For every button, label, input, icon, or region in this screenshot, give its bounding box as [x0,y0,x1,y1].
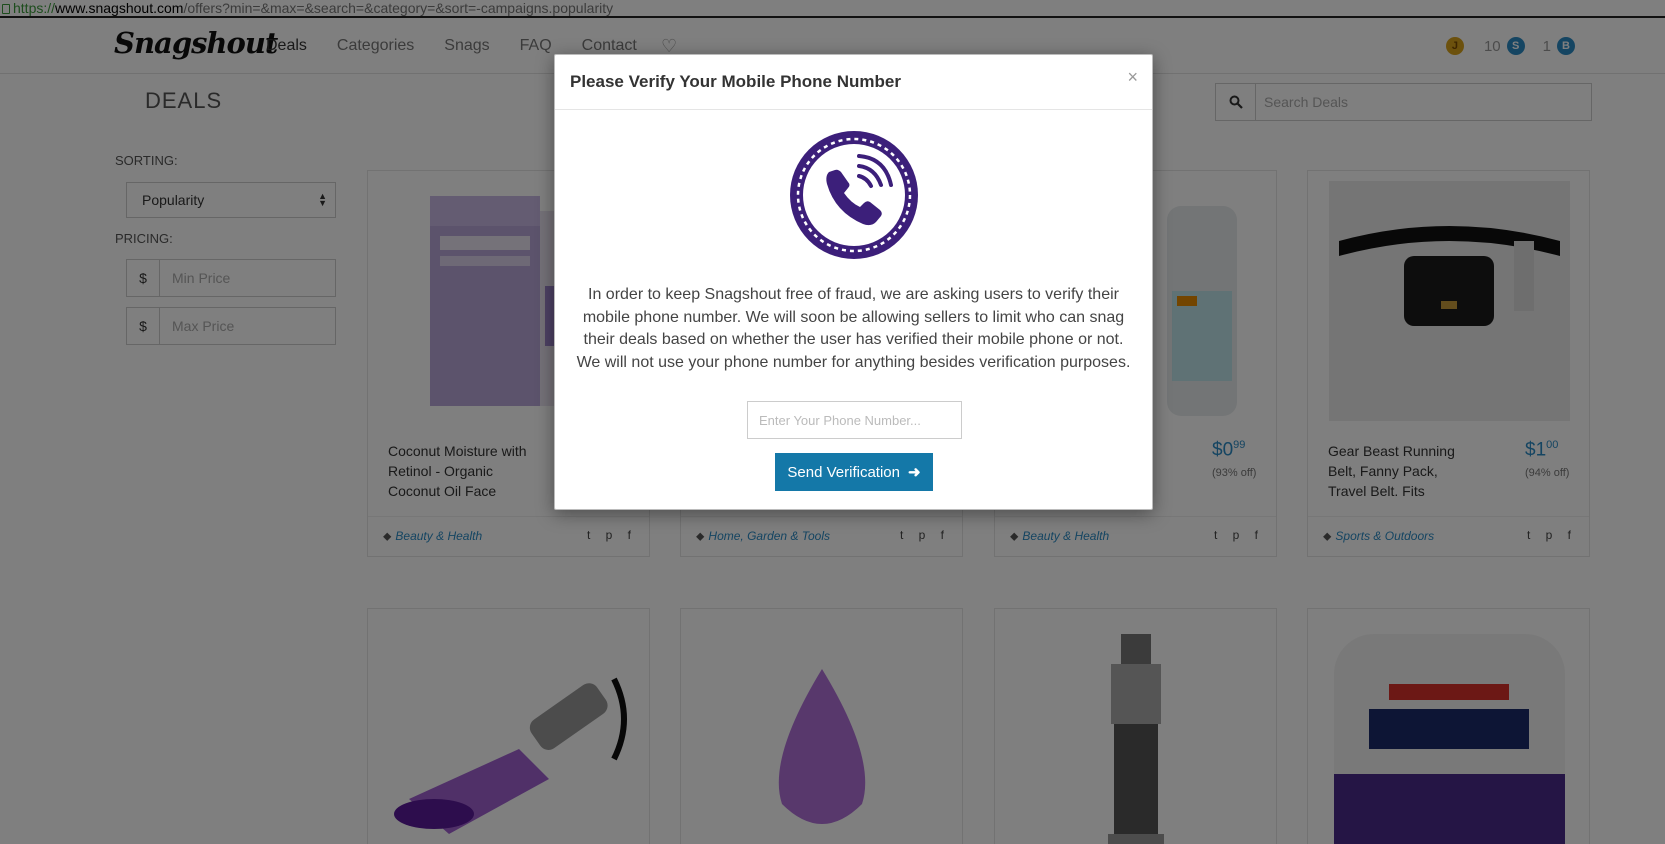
modal-title: Please Verify Your Mobile Phone Number [570,72,901,91]
phone-call-icon [790,131,918,259]
send-verification-label: Send Verification [787,463,900,481]
verify-phone-modal: Please Verify Your Mobile Phone Number ×… [554,54,1153,510]
modal-body-text: In order to keep Snagshout free of fraud… [576,286,1131,371]
arrow-right-icon: ➜ [908,464,921,481]
modal-header: Please Verify Your Mobile Phone Number × [555,55,1152,110]
close-icon[interactable]: × [1127,67,1138,88]
phone-number-input[interactable] [747,401,962,439]
send-verification-button[interactable]: Send Verification ➜ [775,453,933,491]
